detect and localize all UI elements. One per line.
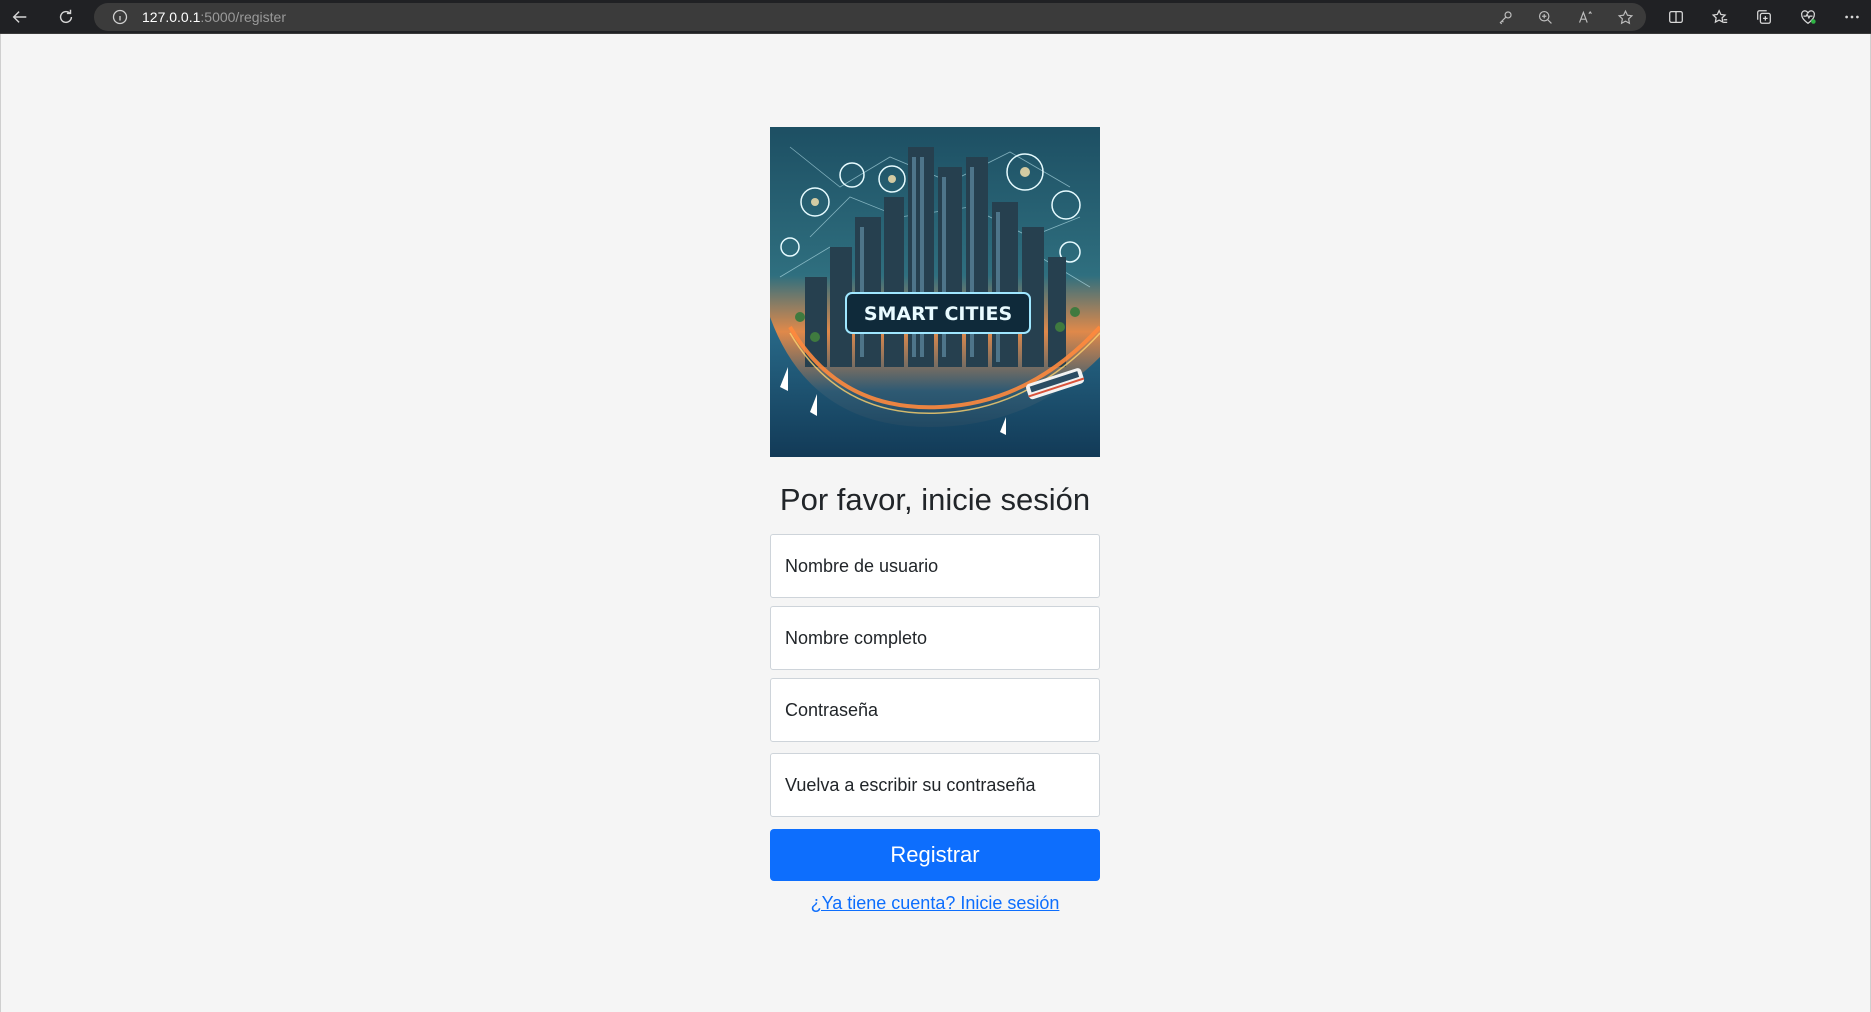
key-icon[interactable] — [1494, 6, 1516, 28]
login-link[interactable]: ¿Ya tiene cuenta? Inicie sesión — [770, 893, 1100, 914]
fullname-input[interactable] — [770, 606, 1100, 671]
split-screen-icon[interactable] — [1665, 6, 1687, 28]
confirm-password-input[interactable] — [770, 753, 1100, 818]
url-text[interactable]: 127.0.0.1:5000/register — [142, 9, 286, 25]
address-bar[interactable]: 127.0.0.1:5000/register — [94, 3, 1646, 31]
page-title: Por favor, inicie sesión — [779, 482, 1091, 517]
more-menu-icon[interactable] — [1841, 6, 1863, 28]
browser-toolbar: 127.0.0.1:5000/register — [0, 0, 1871, 34]
favorites-icon[interactable] — [1709, 6, 1731, 28]
collections-icon[interactable] — [1753, 6, 1775, 28]
health-heart-icon[interactable] — [1797, 6, 1819, 28]
register-card: SMART CITIES Por favor, inicie sesión Re… — [770, 127, 1100, 914]
register-button[interactable]: Registrar — [770, 829, 1100, 882]
url-host: 127.0.0.1 — [142, 9, 201, 25]
read-aloud-icon[interactable] — [1574, 6, 1596, 28]
back-icon[interactable] — [0, 0, 40, 34]
zoom-icon[interactable] — [1534, 6, 1556, 28]
password-input[interactable] — [770, 678, 1100, 743]
info-icon[interactable] — [112, 9, 128, 25]
username-input[interactable] — [770, 534, 1100, 599]
logo-banner-text: SMART CITIES — [864, 303, 1012, 325]
url-path: :5000/register — [200, 9, 286, 25]
favorite-star-icon[interactable] — [1614, 6, 1636, 28]
smart-cities-logo: SMART CITIES — [770, 127, 1100, 457]
refresh-icon[interactable] — [46, 0, 86, 34]
